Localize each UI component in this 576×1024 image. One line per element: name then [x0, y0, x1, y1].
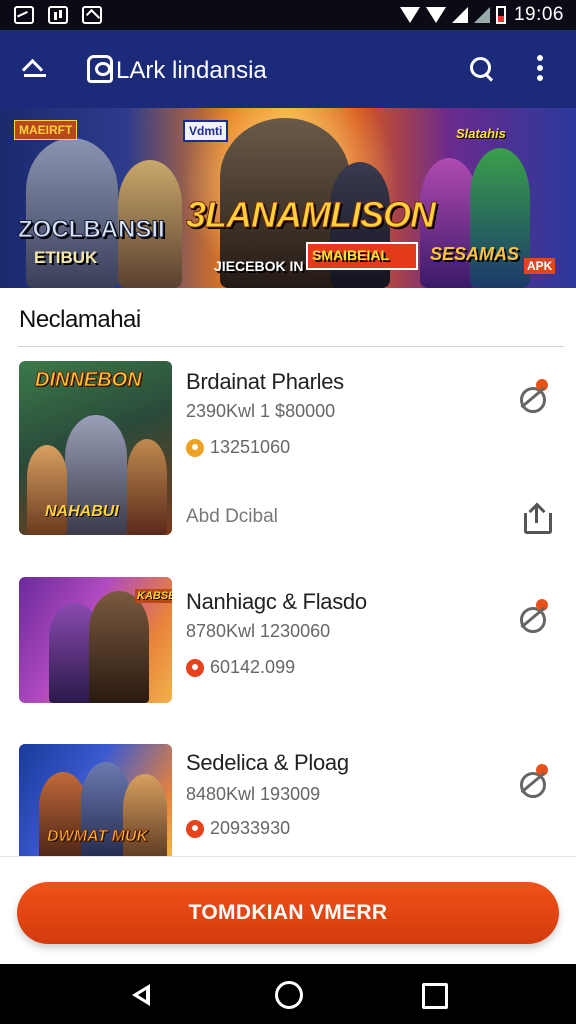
banner-apk-badge: APK: [524, 258, 556, 274]
item-downloads-count: 60142.099: [210, 657, 296, 677]
share-icon[interactable]: [524, 503, 552, 534]
thumb-caption: KABSE: [135, 589, 172, 603]
list-item[interactable]: DWMAT MUK Sedelica & Ploag 8480Kwl 19300…: [0, 744, 576, 856]
back-arrow-icon[interactable]: [22, 54, 48, 84]
banner-caption-a: JIECEBOK IN: [214, 258, 304, 274]
coin-icon: [186, 658, 204, 677]
image-notification-icon: [14, 6, 34, 24]
item-title: Nanhiagc & Flasdo: [186, 589, 367, 614]
thumb-caption: DWMAT MUK: [46, 828, 149, 846]
favorite-icon[interactable]: [518, 379, 552, 413]
status-bar: 19:06: [0, 0, 576, 30]
item-downloads: 13251060: [186, 437, 290, 458]
banner-caption-b: SMAIBEIAL: [312, 247, 389, 263]
item-thumbnail: DINNEBON NAHABUI: [19, 361, 172, 535]
featured-banner[interactable]: MAEIRFT Vdmti Slatahis ZOCLBANSII ETIBUK…: [0, 108, 576, 288]
nav-recents-icon[interactable]: [420, 980, 450, 1010]
item-thumbnail: KABSE: [19, 577, 172, 703]
chart-notification-icon: [48, 6, 68, 24]
list-item[interactable]: DINNEBON NAHABUI Brdainat Pharles 2390Kw…: [0, 361, 576, 537]
system-icons: 19:06: [399, 4, 564, 26]
banner-title-left: ZOCLBANSII: [18, 216, 166, 244]
nav-back-icon[interactable]: [128, 980, 158, 1010]
item-downloads: 60142.099: [186, 657, 295, 678]
nav-home-icon[interactable]: [274, 980, 304, 1010]
wifi-alt-icon: [425, 7, 446, 23]
list-item[interactable]: KABSE Nanhiagc & Flasdo 8780Kwl 1230060 …: [0, 577, 576, 705]
thumb-caption-secondary: NAHABUI: [45, 503, 119, 520]
coin-icon: [186, 438, 204, 457]
signal-icon: [451, 7, 468, 23]
section-title: Neclamahai: [19, 306, 141, 333]
wifi-icon: [399, 7, 420, 23]
item-meta: 2390Kwl 1 $80000: [186, 401, 336, 421]
banner-title-center: 3LANAMLISON: [186, 194, 437, 236]
banner-hero-elf: [470, 148, 530, 288]
section-divider: [18, 346, 564, 347]
download-button[interactable]: TOMDKIAN VMERR: [17, 882, 559, 944]
item-title: Brdainat Pharles: [186, 369, 344, 394]
thumb-caption: DINNEBON: [35, 369, 143, 392]
item-thumbnail: DWMAT MUK: [19, 744, 172, 856]
coin-icon: [186, 819, 204, 838]
banner-subtitle-left: ETIBUK: [34, 248, 98, 267]
battery-icon: [495, 6, 506, 24]
banner-title-right: SESAMAS: [430, 244, 520, 264]
system-navigation-bar: [0, 964, 576, 1024]
app-notification-icon: [82, 6, 102, 24]
item-author: Abd Dcibal: [186, 506, 278, 527]
item-title: Sedelica & Ploag: [186, 750, 349, 775]
notification-icons: [14, 6, 102, 24]
favorite-icon[interactable]: [518, 764, 552, 798]
status-time: 19:06: [513, 4, 564, 25]
item-downloads-count: 13251060: [210, 437, 291, 457]
app-logo-icon: [87, 55, 113, 83]
favorite-icon[interactable]: [518, 599, 552, 633]
app-bar: LArk lindansia: [0, 30, 576, 108]
more-options-icon[interactable]: [537, 55, 545, 83]
banner-tag-right: Slatahis: [456, 126, 506, 141]
banner-tag-mid: Vdmti: [183, 120, 229, 142]
app-title: LArk lindansia: [116, 57, 267, 84]
item-meta: 8480Kwl 193009: [186, 784, 321, 804]
search-icon[interactable]: [470, 57, 494, 81]
item-meta: 8780Kwl 1230060: [186, 621, 331, 641]
item-downloads: 20933930: [186, 818, 290, 839]
item-downloads-count: 20933930: [210, 818, 291, 838]
banner-tag-left: MAEIRFT: [14, 120, 78, 140]
signal-secondary-icon: [473, 7, 490, 23]
